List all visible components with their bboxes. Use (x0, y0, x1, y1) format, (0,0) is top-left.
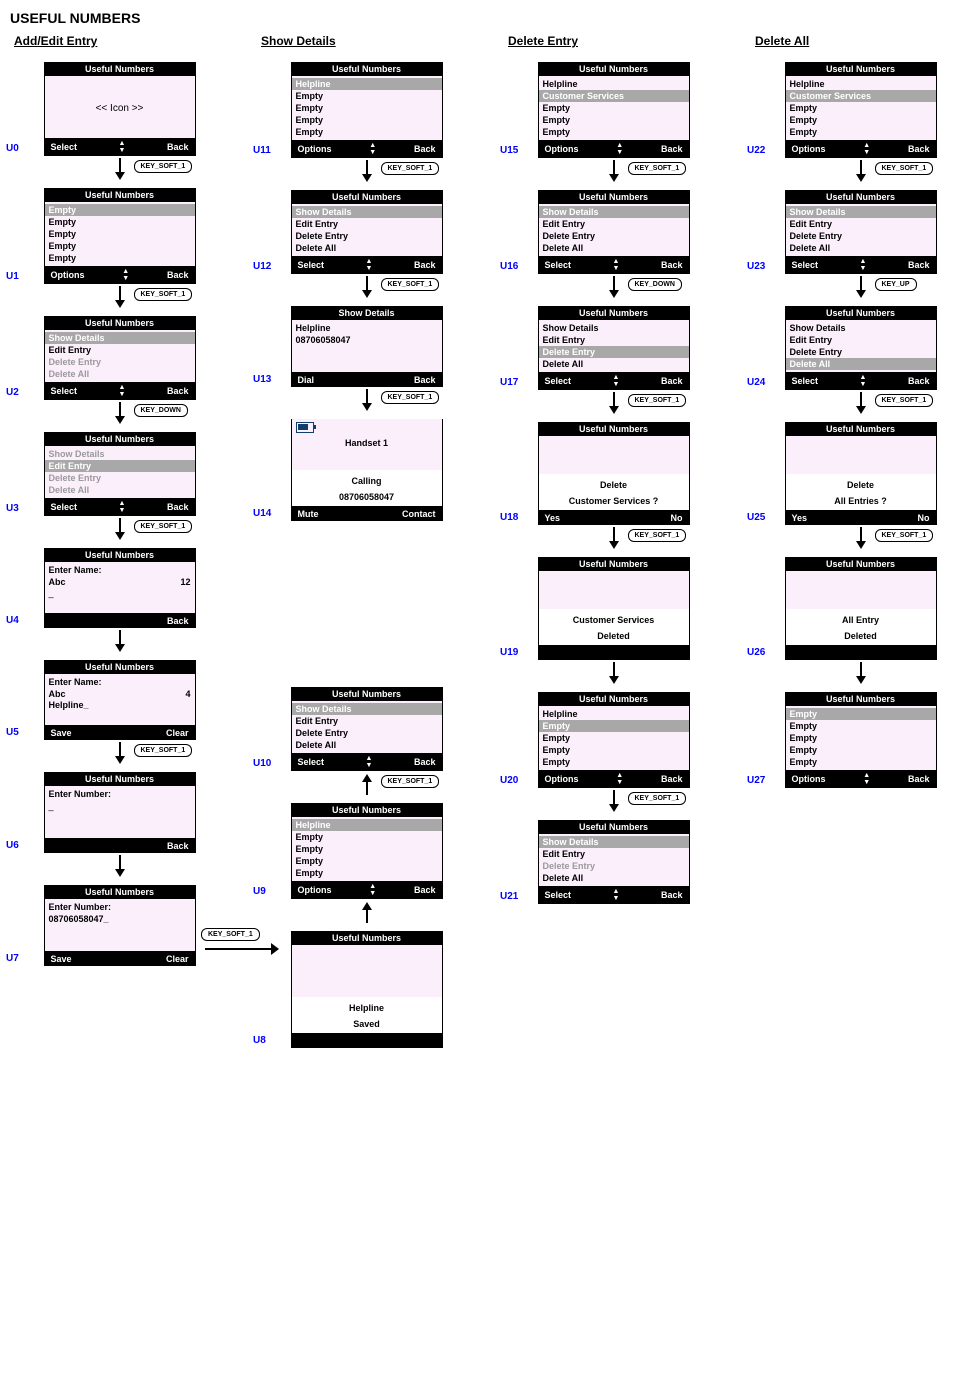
field-label: Enter Name: (45, 564, 195, 576)
list-item[interactable]: Empty (45, 252, 195, 264)
page-title: USEFUL NUMBERS (10, 10, 972, 26)
softkey-bar[interactable]: Select Back (45, 138, 195, 156)
icon-placeholder: << Icon >> (96, 103, 144, 114)
screen-u1: Useful Numbers Empty Empty Empty Empty E… (44, 188, 196, 284)
screen-u4: Useful Numbers Enter Name: Abc12 _ Back (44, 548, 196, 628)
list-item: Delete Entry (45, 356, 195, 368)
updown-icon (119, 140, 126, 154)
screen-u13: Show Details Helpline 08706058047 Dial B… (291, 306, 443, 387)
screen-u18: Useful Numbers Delete Customer Services … (538, 422, 690, 525)
screen-u15: Useful Numbers Helpline Customer Service… (538, 62, 690, 158)
diagram-layout: Add/Edit Entry U0 Useful Numbers << Icon… (8, 34, 972, 1048)
list-item: Delete All (45, 368, 195, 380)
screen-u23: Useful Numbers Show Details Edit Entry D… (785, 190, 937, 274)
screen-u16: Useful Numbers Show Details Edit Entry D… (538, 190, 690, 274)
screen-u21: Useful Numbers Show Details Edit Entry D… (538, 820, 690, 904)
column-delete-entry: Delete Entry U15 Useful Numbers Helpline… (502, 34, 725, 1048)
screen-u26: Useful Numbers All Entry Deleted (785, 557, 937, 660)
screen-u17: Useful Numbers Show Details Edit Entry D… (538, 306, 690, 390)
title-bar: Useful Numbers (45, 62, 195, 76)
screen-u0: Useful Numbers << Icon >> Select Back (44, 62, 196, 156)
screen-u20: Useful Numbers Helpline Empty Empty Empt… (538, 692, 690, 788)
screen-u3: Useful Numbers Show Details Edit Entry D… (44, 432, 196, 516)
text-input[interactable]: 08706058047_ (45, 913, 195, 925)
screen-u2: Useful Numbers Show Details Edit Entry D… (44, 316, 196, 400)
screen-u19: Useful Numbers Customer Services Deleted (538, 557, 690, 660)
softkey-right[interactable]: Back (167, 142, 189, 152)
screen-u8: Useful Numbers Helpline Saved (291, 931, 443, 1048)
battery-icon (296, 422, 314, 433)
list-item[interactable]: Empty (45, 216, 195, 228)
column-add-edit: Add/Edit Entry U0 Useful Numbers << Icon… (8, 34, 231, 1048)
screen-u11: Useful Numbers Helpline Empty Empty Empt… (291, 62, 443, 158)
screen-u5: Useful Numbers Enter Name: Abc4 Helpline… (44, 660, 196, 740)
column-delete-all: Delete All U22 Useful Numbers Helpline C… (749, 34, 972, 1048)
screen-u6: Useful Numbers Enter Number: _ Back (44, 772, 196, 853)
list-item[interactable]: Show Details (45, 332, 195, 344)
screen-u14: Handset 1 Calling 08706058047 Mute Conta… (291, 419, 443, 521)
screen-u7: Useful Numbers Enter Number: 08706058047… (44, 885, 196, 966)
tag-u0: U0 (6, 142, 19, 156)
text-input[interactable]: Helpline_ (45, 699, 195, 711)
screen-u27: Useful Numbers Empty Empty Empty Empty E… (785, 692, 937, 788)
tag-u1: U1 (6, 270, 19, 284)
list-item[interactable]: Empty (45, 204, 195, 216)
screen-u25: Useful Numbers Delete All Entries ? Yes … (785, 422, 937, 525)
list-item[interactable]: Empty (45, 240, 195, 252)
screen-u10: Useful Numbers Show Details Edit Entry D… (291, 687, 443, 771)
text-input[interactable]: _ (45, 800, 195, 812)
screen-u24: Useful Numbers Show Details Edit Entry D… (785, 306, 937, 390)
screen-u9: Useful Numbers Helpline Empty Empty Empt… (291, 803, 443, 899)
column-show-details: Show Details U11 Useful Numbers Helpline… (255, 34, 478, 1048)
list-item[interactable]: Edit Entry (45, 344, 195, 356)
text-input[interactable]: _ (45, 587, 195, 599)
screen-u22: Useful Numbers Helpline Customer Service… (785, 62, 937, 158)
list-item[interactable]: Empty (45, 228, 195, 240)
softkey-left[interactable]: Select (51, 142, 78, 152)
heading-add: Add/Edit Entry (8, 34, 97, 48)
screen-u12: Useful Numbers Show Details Edit Entry D… (291, 190, 443, 274)
key-label: KEY_SOFT_1 (134, 160, 193, 173)
